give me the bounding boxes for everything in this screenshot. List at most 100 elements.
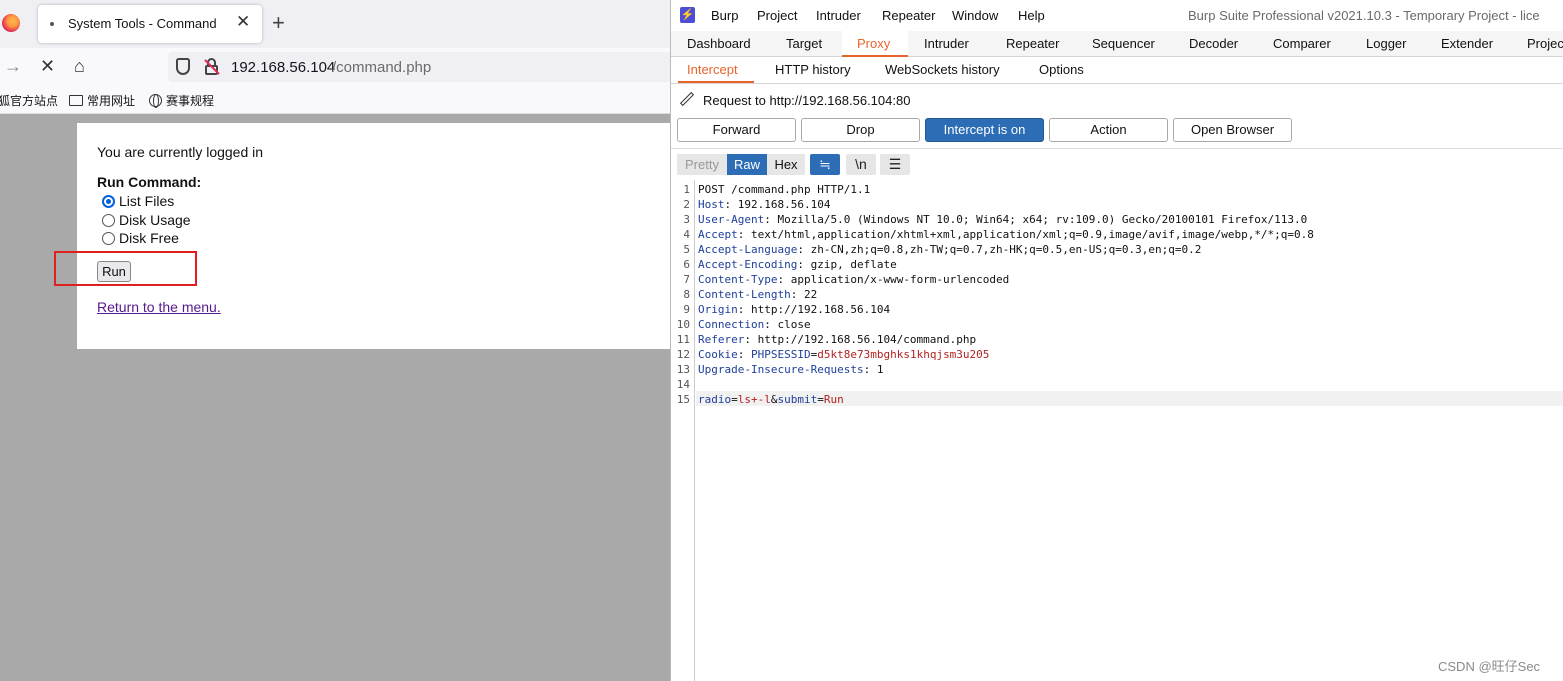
navigation-bar: → ✕ ⌂ 192.168.56.104 /command.php bbox=[0, 48, 670, 86]
tracking-shield-icon[interactable] bbox=[176, 58, 190, 75]
request-line: Connection: close bbox=[698, 318, 811, 331]
tab-proxy[interactable]: Proxy bbox=[857, 36, 890, 51]
tab-target[interactable]: Target bbox=[786, 36, 822, 51]
request-line: Upgrade-Insecure-Requests: 1 bbox=[698, 363, 883, 376]
header-value: Mozilla/5.0 (Windows NT 10.0; Win64; x64… bbox=[777, 213, 1308, 226]
tab-sequencer[interactable]: Sequencer bbox=[1092, 36, 1155, 51]
tab-intruder[interactable]: Intruder bbox=[924, 36, 969, 51]
radio-button-selected[interactable] bbox=[102, 195, 115, 208]
header-separator: : bbox=[737, 228, 751, 241]
url-host: 192.168.56.104 bbox=[231, 59, 336, 76]
url-path: /command.php bbox=[332, 59, 432, 76]
body-equals: = bbox=[817, 393, 824, 406]
menu-lines-icon[interactable]: ☰ bbox=[880, 154, 910, 175]
menu-repeater[interactable]: Repeater bbox=[882, 8, 935, 23]
insecure-lock-icon[interactable] bbox=[204, 58, 220, 75]
stop-icon[interactable]: ✕ bbox=[40, 54, 55, 78]
raw-view-button[interactable]: Raw bbox=[727, 154, 767, 175]
forward-button[interactable]: Forward bbox=[677, 118, 796, 142]
tab-repeater[interactable]: Repeater bbox=[1006, 36, 1059, 51]
header-name: Referer bbox=[698, 333, 745, 346]
open-browser-button[interactable]: Open Browser bbox=[1173, 118, 1292, 142]
tab-comparer[interactable]: Comparer bbox=[1273, 36, 1331, 51]
header-value: 192.168.56.104 bbox=[737, 198, 831, 211]
header-separator: : bbox=[737, 348, 751, 361]
forward-arrow-icon[interactable]: → bbox=[4, 54, 22, 78]
radio-button[interactable] bbox=[102, 214, 115, 227]
burp-suite-window: ⚡ Burp Project Intruder Repeater Window … bbox=[670, 0, 1563, 681]
radio-button[interactable] bbox=[102, 232, 115, 245]
line-number: 7 bbox=[683, 273, 690, 286]
radio-list-files[interactable]: List Files bbox=[102, 193, 174, 209]
globe-icon bbox=[149, 94, 162, 108]
line-number: 6 bbox=[683, 258, 690, 271]
menu-project[interactable]: Project bbox=[757, 8, 797, 23]
subtab-http-history[interactable]: HTTP history bbox=[775, 62, 851, 77]
line-number: 9 bbox=[683, 303, 690, 316]
request-line: User-Agent: Mozilla/5.0 (Windows NT 10.0… bbox=[698, 213, 1307, 226]
header-value: zh-CN,zh;q=0.8,zh-TW;q=0.7,zh-HK;q=0.5,e… bbox=[810, 243, 1202, 256]
request-line: Host: 192.168.56.104 bbox=[698, 198, 830, 211]
request-target: Request to http://192.168.56.104:80 bbox=[679, 91, 910, 108]
drop-button[interactable]: Drop bbox=[801, 118, 920, 142]
request-line: Accept: text/html,application/xhtml+xml,… bbox=[698, 228, 1314, 241]
header-separator: : bbox=[764, 318, 778, 331]
cookie-name: PHPSESSID bbox=[751, 348, 811, 361]
return-to-menu-link[interactable]: Return to the menu. bbox=[97, 299, 221, 315]
tab-close-icon[interactable]: ✕ bbox=[236, 12, 250, 32]
line-number: 11 bbox=[676, 333, 690, 346]
radio-disk-usage[interactable]: Disk Usage bbox=[102, 212, 191, 228]
url-bar[interactable]: 192.168.56.104 /command.php bbox=[168, 52, 670, 82]
header-name: User-Agent bbox=[698, 213, 765, 226]
bookmark-common-sites[interactable]: 常用网址 bbox=[69, 92, 135, 109]
header-value: 22 bbox=[803, 288, 818, 301]
line-number: 3 bbox=[683, 213, 690, 226]
line-number: 10 bbox=[676, 318, 690, 331]
burp-main-tabs: Dashboard Target Proxy Intruder Repeater… bbox=[671, 31, 1563, 57]
line-number-gutter: 1 2 3 4 5 6 7 8 9 10 11 12 13 14 15 bbox=[671, 180, 695, 681]
header-value: 1 bbox=[876, 363, 884, 376]
header-separator: : bbox=[777, 273, 791, 286]
header-value: http://192.168.56.104/command.php bbox=[757, 333, 977, 346]
show-newlines-icon[interactable]: \n bbox=[846, 154, 876, 175]
subtab-websockets-history[interactable]: WebSockets history bbox=[885, 62, 1000, 77]
radio-label: List Files bbox=[119, 193, 175, 209]
header-name: Accept bbox=[698, 228, 738, 241]
body-param-value: Run bbox=[823, 393, 844, 406]
bookmark-rules[interactable]: 赛事规程 bbox=[149, 92, 214, 109]
line-number: 4 bbox=[683, 228, 690, 241]
header-separator: : bbox=[797, 258, 811, 271]
request-editor[interactable]: 1 2 3 4 5 6 7 8 9 10 11 12 13 14 15 POST /command.php … bbox=[671, 180, 1563, 681]
menu-burp[interactable]: Burp bbox=[711, 8, 738, 23]
menu-window[interactable]: Window bbox=[952, 8, 998, 23]
subtab-intercept[interactable]: Intercept bbox=[687, 62, 738, 77]
bookmark-official-site[interactable]: 狐官方站点 bbox=[0, 92, 58, 109]
subtab-options[interactable]: Options bbox=[1039, 62, 1084, 77]
intercept-toggle-button[interactable]: Intercept is on bbox=[925, 118, 1044, 142]
tab-system-tools-command[interactable]: System Tools - Command ✕ bbox=[38, 5, 262, 43]
active-subtab-indicator bbox=[678, 81, 754, 83]
menu-help[interactable]: Help bbox=[1018, 8, 1045, 23]
header-name: Host bbox=[698, 198, 725, 211]
request-line: radio=ls+-l&submit=Run bbox=[698, 393, 844, 406]
page-content: You are currently logged in Run Command:… bbox=[77, 123, 670, 349]
tab-dashboard[interactable]: Dashboard bbox=[687, 36, 751, 51]
menu-intruder[interactable]: Intruder bbox=[816, 8, 861, 23]
word-wrap-icon[interactable]: ≒ bbox=[810, 154, 840, 175]
tab-extender[interactable]: Extender bbox=[1441, 36, 1493, 51]
tab-project-options[interactable]: Projec bbox=[1527, 36, 1563, 51]
tab-logger[interactable]: Logger bbox=[1366, 36, 1406, 51]
header-separator: : bbox=[737, 303, 751, 316]
tab-decoder[interactable]: Decoder bbox=[1189, 36, 1238, 51]
request-line: Content-Length: 22 bbox=[698, 288, 817, 301]
pretty-view-button[interactable]: Pretty bbox=[677, 154, 727, 175]
action-button[interactable]: Action bbox=[1049, 118, 1168, 142]
pencil-icon[interactable] bbox=[679, 91, 695, 107]
new-tab-icon[interactable]: + bbox=[272, 10, 285, 36]
request-line: Referer: http://192.168.56.104/command.p… bbox=[698, 333, 976, 346]
hex-view-button[interactable]: Hex bbox=[767, 154, 805, 175]
header-name: Origin bbox=[698, 303, 738, 316]
radio-disk-free[interactable]: Disk Free bbox=[102, 230, 179, 246]
home-icon[interactable]: ⌂ bbox=[74, 54, 85, 78]
firefox-logo-icon[interactable] bbox=[2, 14, 20, 32]
